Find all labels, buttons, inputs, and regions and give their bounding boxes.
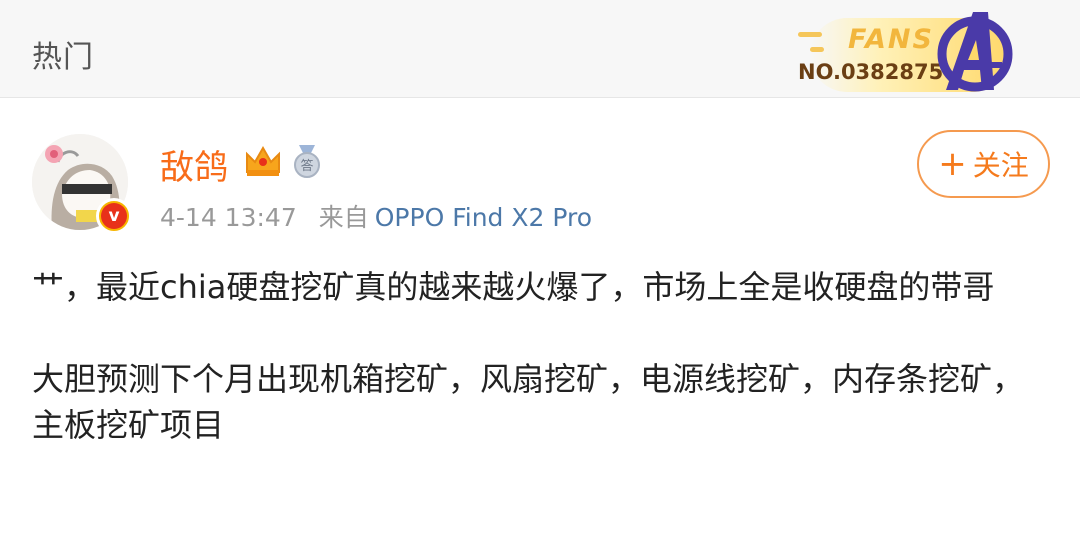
- post-paragraph: 艹，最近chia硬盘挖矿真的越来越火爆了，市场上全是收硬盘的带哥: [32, 268, 995, 306]
- verified-v-icon: v: [101, 203, 127, 229]
- post-paragraph: 大胆预测下个月出现机箱挖矿，风扇挖矿，电源线挖矿，内存条挖矿，主板挖矿项目: [32, 360, 1025, 444]
- page-title: 热门: [32, 40, 94, 75]
- source-device-link[interactable]: OPPO Find X2 Pro: [375, 203, 592, 232]
- plus-icon: +: [938, 144, 967, 184]
- svg-text:答: 答: [300, 158, 313, 174]
- follow-label: 关注: [972, 149, 1029, 182]
- fans-number: NO.0382875: [798, 60, 944, 84]
- fans-dashes-decoration: [788, 32, 824, 62]
- follow-button[interactable]: + 关注: [917, 130, 1050, 198]
- crown-icon[interactable]: [243, 142, 283, 178]
- post-meta: 4-14 13:47 来自 OPPO Find X2 Pro: [160, 198, 592, 234]
- verified-badge: v: [96, 198, 132, 234]
- weibo-post: v 敌鸽 答 4-14 13:47 来自 OPPO Find X2 Pro + 关注…: [0, 98, 1080, 552]
- author-name[interactable]: 敌鸽: [160, 140, 228, 189]
- post-content[interactable]: 艹，最近chia硬盘挖矿真的越来越火爆了，市场上全是收硬盘的带哥 大胆预测下个月…: [32, 264, 1042, 494]
- avengers-logo-icon: [937, 12, 1013, 92]
- fans-label: FANS: [848, 24, 934, 55]
- medal-icon[interactable]: 答: [290, 143, 324, 179]
- top-bar: 热门 FANS NO.0382875: [0, 0, 1080, 98]
- source-label: 来自: [318, 203, 369, 232]
- fans-badge[interactable]: FANS NO.0382875: [780, 10, 1020, 94]
- post-timestamp: 4-14 13:47: [160, 203, 297, 232]
